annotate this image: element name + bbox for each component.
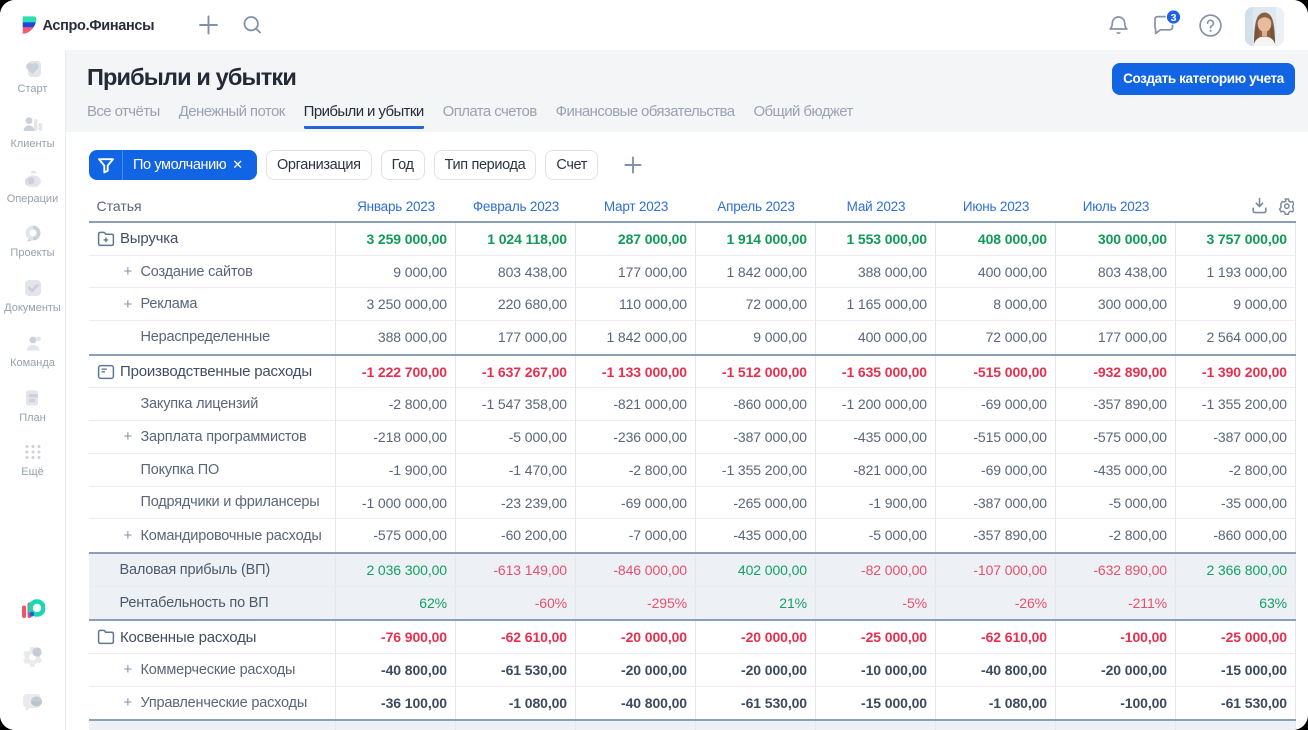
svg-text:3: 3 bbox=[1171, 12, 1177, 24]
